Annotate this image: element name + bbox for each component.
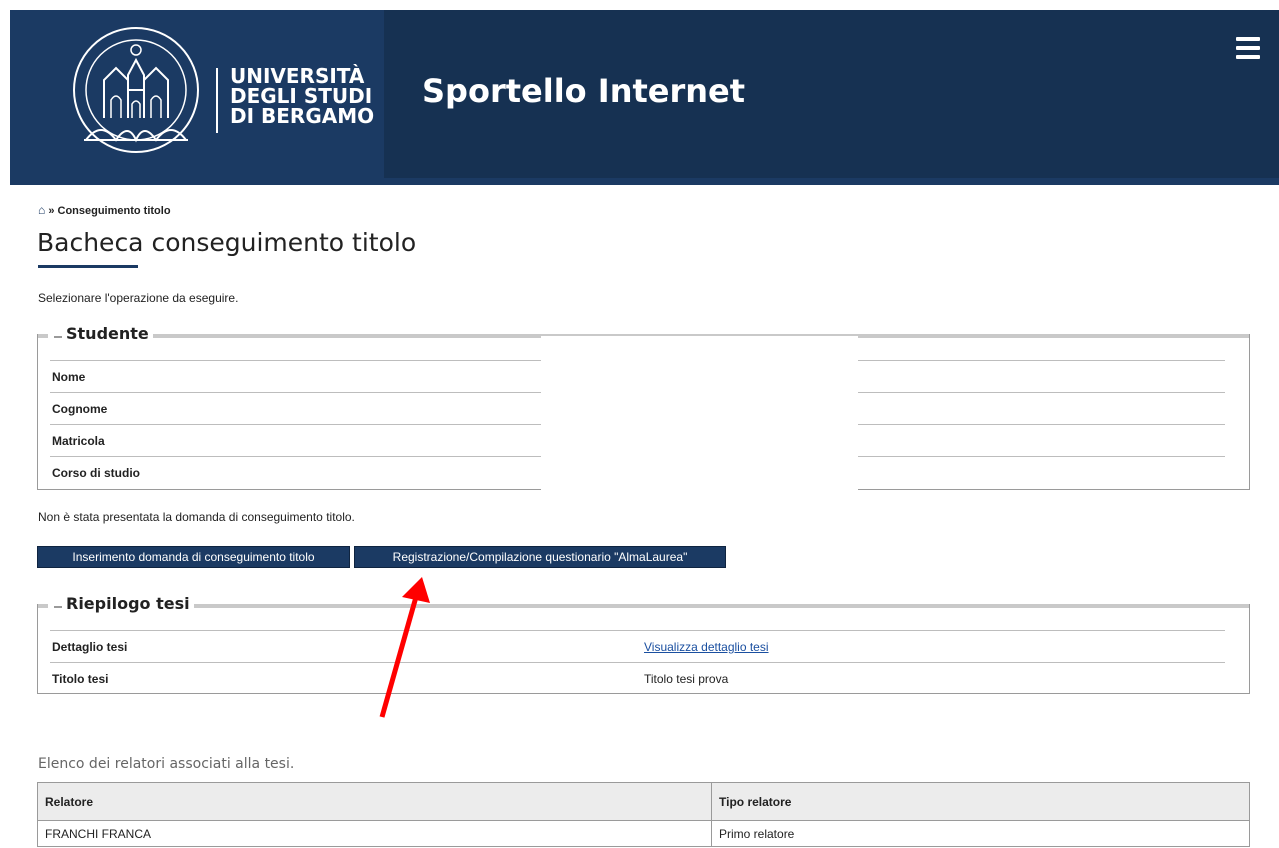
table-row: FRANCHI FRANCA Primo relatore	[37, 820, 1250, 847]
intro-text: Selezionare l'operazione da eseguire.	[38, 291, 239, 305]
insert-application-button[interactable]: Inserimento domanda di conseguimento tit…	[37, 546, 350, 568]
home-icon[interactable]: ⌂	[38, 203, 45, 217]
relatori-caption: Elenco dei relatori associati alla tesi.	[38, 756, 295, 772]
thesis-row-title: Titolo tesi Titolo tesi prova	[50, 662, 1225, 694]
university-seal-icon	[73, 27, 199, 153]
university-name-line: DEGLI STUDI	[230, 84, 373, 108]
university-name: UNIVERSITÀ DEGLI STUDI DI BERGAMO	[230, 66, 374, 126]
breadcrumb-current: Conseguimento titolo	[57, 205, 171, 217]
student-legend: Studente	[48, 324, 153, 343]
row-label: Matricola	[52, 434, 105, 448]
hamburger-menu-icon[interactable]	[1236, 37, 1260, 59]
app-title: Sportello Internet	[422, 72, 746, 110]
table-cell: Primo relatore	[711, 820, 1250, 847]
column-header: Relatore	[37, 782, 712, 821]
row-label: Cognome	[52, 402, 108, 416]
row-label: Corso di studio	[52, 466, 140, 480]
student-fieldset: Studente Nome Cognome Matricola Corso di…	[37, 324, 1250, 492]
redacted-area	[248, 393, 542, 399]
thesis-row-detail: Dettaglio tesi Visualizza dettaglio tesi	[50, 630, 1225, 662]
university-name-line: DI BERGAMO	[230, 104, 375, 128]
row-label: Titolo tesi	[52, 672, 109, 686]
no-application-notice: Non è stata presentata la domanda di con…	[38, 510, 355, 524]
relatori-table: Relatore Tipo relatore FRANCHI FRANCA Pr…	[37, 782, 1250, 847]
table-cell: FRANCHI FRANCA	[37, 820, 712, 847]
breadcrumb: ⌂ » Conseguimento titolo	[38, 203, 171, 217]
thesis-summary-fieldset: Riepilogo tesi Dettaglio tesi Visualizza…	[37, 594, 1250, 694]
logo-divider	[216, 68, 218, 133]
thesis-legend: Riepilogo tesi	[48, 594, 194, 613]
row-label: Dettaglio tesi	[52, 640, 128, 654]
annotation-arrow-icon	[379, 577, 430, 718]
almalaurea-questionnaire-button[interactable]: Registrazione/Compilazione questionario …	[354, 546, 726, 568]
breadcrumb-separator: »	[48, 205, 55, 217]
thesis-detail-link[interactable]: Visualizza dettaglio tesi	[644, 640, 769, 654]
redacted-area	[541, 336, 858, 492]
table-header-row: Relatore Tipo relatore	[37, 782, 1250, 821]
row-label: Nome	[52, 370, 86, 384]
university-logo[interactable]: UNIVERSITÀ DEGLI STUDI DI BERGAMO	[66, 20, 374, 170]
row-value: Titolo tesi prova	[644, 672, 729, 686]
university-name-line: UNIVERSITÀ	[230, 64, 365, 88]
column-header: Tipo relatore	[711, 782, 1250, 821]
title-underline	[38, 265, 138, 268]
page-title: Bacheca conseguimento titolo	[37, 228, 417, 257]
site-header: UNIVERSITÀ DEGLI STUDI DI BERGAMO Sporte…	[10, 10, 1279, 185]
